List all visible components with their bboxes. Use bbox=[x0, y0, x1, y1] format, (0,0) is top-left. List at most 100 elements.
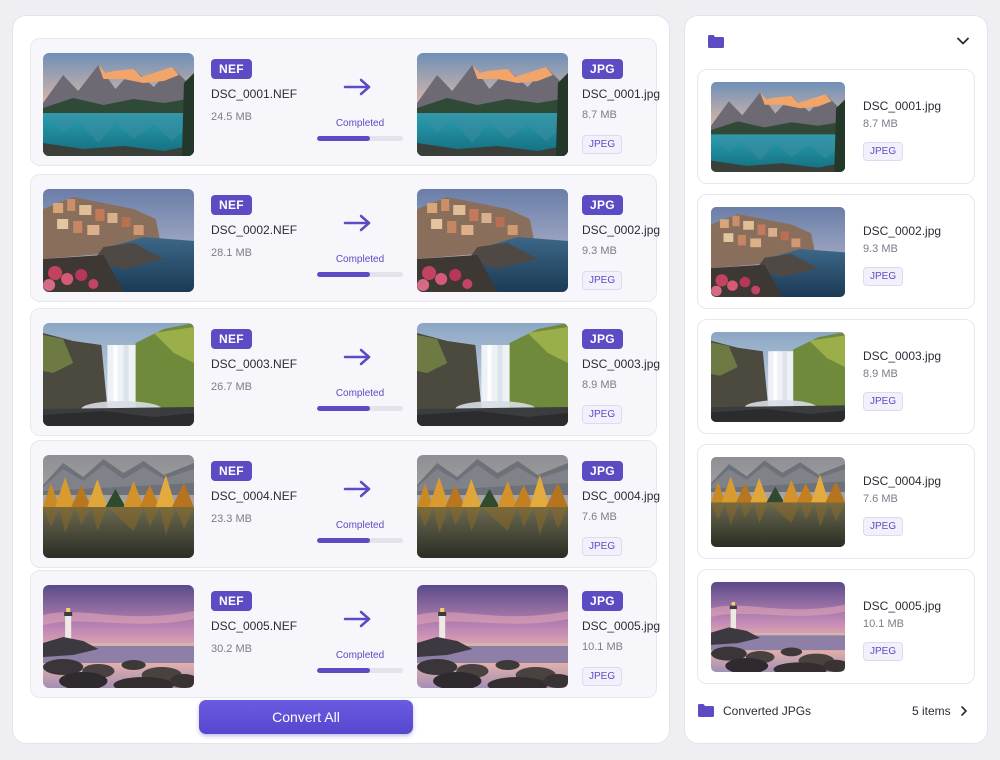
conversion-row: NEF DSC_0003.NEF 26.7 MB Completed JPG D… bbox=[30, 308, 661, 436]
output-format-badge: JPG bbox=[582, 195, 623, 215]
convert-all-button[interactable]: Convert All bbox=[199, 700, 413, 734]
output-thumbnail[interactable] bbox=[417, 585, 568, 688]
source-format-badge: NEF bbox=[211, 329, 252, 349]
file-type-pill: JPEG bbox=[863, 142, 904, 161]
source-thumbnail[interactable] bbox=[43, 455, 194, 558]
source-thumbnail[interactable] bbox=[43, 189, 194, 292]
progress-fill bbox=[317, 538, 371, 543]
output-file-thumbnail bbox=[711, 457, 845, 547]
file-type-pill: JPEG bbox=[863, 392, 904, 411]
output-file-card[interactable]: DSC_0002.jpg 9.3 MB JPEG bbox=[697, 194, 975, 309]
output-file-size: 10.1 MB bbox=[582, 641, 623, 653]
source-file-size: 28.1 MB bbox=[211, 247, 252, 259]
progress-bar bbox=[317, 272, 403, 277]
progress-fill bbox=[317, 406, 371, 411]
output-file-size: 10.1 MB bbox=[863, 618, 904, 630]
file-type-pill: JPEG bbox=[863, 642, 904, 661]
progress-bar bbox=[317, 136, 403, 141]
source-file-name: DSC_0004.NEF bbox=[211, 489, 298, 503]
source-file-name: DSC_0002.NEF bbox=[211, 223, 298, 237]
source-format-badge: NEF bbox=[211, 195, 252, 215]
output-thumbnail[interactable] bbox=[417, 189, 568, 292]
output-file-size: 8.7 MB bbox=[863, 118, 898, 130]
output-format-badge: JPG bbox=[582, 329, 623, 349]
output-thumbnail[interactable] bbox=[417, 455, 568, 558]
conversion-row: NEF DSC_0001.NEF 24.5 MB Completed JPG D… bbox=[30, 38, 661, 166]
source-thumbnail[interactable] bbox=[43, 585, 194, 688]
output-file-size: 7.6 MB bbox=[863, 493, 898, 505]
source-format-badge: NEF bbox=[211, 59, 252, 79]
conversion-status: Completed bbox=[335, 254, 385, 265]
file-type-pill: JPEG bbox=[582, 667, 623, 686]
file-type-pill: JPEG bbox=[582, 405, 623, 424]
output-file-card[interactable]: DSC_0004.jpg 7.6 MB JPEG bbox=[697, 444, 975, 559]
item-count: 5 items bbox=[912, 704, 951, 718]
arrow-right-icon bbox=[343, 78, 371, 96]
output-thumbnail[interactable] bbox=[417, 53, 568, 156]
output-file-name: DSC_0003.jpg bbox=[582, 357, 661, 371]
source-file-name: DSC_0005.NEF bbox=[211, 619, 298, 633]
output-file-thumbnail bbox=[711, 332, 845, 422]
folder-icon bbox=[698, 704, 714, 717]
conversion-status: Completed bbox=[335, 520, 385, 531]
folder-icon[interactable] bbox=[707, 34, 725, 49]
conversion-status: Completed bbox=[335, 650, 385, 661]
source-format-badge: NEF bbox=[211, 591, 252, 611]
output-file-name: DSC_0001.jpg bbox=[863, 99, 942, 113]
output-file-size: 8.9 MB bbox=[863, 368, 898, 380]
arrow-right-icon bbox=[343, 610, 371, 628]
output-file-size: 8.7 MB bbox=[582, 109, 617, 121]
chevron-down-icon[interactable] bbox=[956, 35, 970, 47]
arrow-right-icon bbox=[343, 348, 371, 366]
file-type-pill: JPEG bbox=[863, 517, 904, 536]
source-file-size: 24.5 MB bbox=[211, 111, 252, 123]
output-file-thumbnail bbox=[711, 207, 845, 297]
output-file-size: 7.6 MB bbox=[582, 511, 617, 523]
output-thumbnail[interactable] bbox=[417, 323, 568, 426]
file-type-pill: JPEG bbox=[582, 271, 623, 290]
progress-fill bbox=[317, 272, 371, 277]
source-thumbnail[interactable] bbox=[43, 53, 194, 156]
output-file-name: DSC_0004.jpg bbox=[863, 474, 942, 488]
source-format-badge: NEF bbox=[211, 461, 252, 481]
conversion-status: Completed bbox=[335, 118, 385, 129]
output-file-card[interactable]: DSC_0005.jpg 10.1 MB JPEG bbox=[697, 569, 975, 684]
output-file-card[interactable]: DSC_0003.jpg 8.9 MB JPEG bbox=[697, 319, 975, 434]
output-file-card[interactable]: DSC_0001.jpg 8.7 MB JPEG bbox=[697, 69, 975, 184]
output-file-name: DSC_0002.jpg bbox=[863, 224, 942, 238]
output-file-size: 8.9 MB bbox=[582, 379, 617, 391]
output-format-badge: JPG bbox=[582, 591, 623, 611]
progress-bar bbox=[317, 668, 403, 673]
progress-fill bbox=[317, 668, 371, 673]
conversion-status: Completed bbox=[335, 388, 385, 399]
conversion-row: NEF DSC_0002.NEF 28.1 MB Completed JPG D… bbox=[30, 174, 661, 302]
output-format-badge: JPG bbox=[582, 461, 623, 481]
source-file-size: 23.3 MB bbox=[211, 513, 252, 525]
output-file-name: DSC_0003.jpg bbox=[863, 349, 942, 363]
output-format-badge: JPG bbox=[582, 59, 623, 79]
source-file-name: DSC_0001.NEF bbox=[211, 87, 298, 101]
output-file-size: 9.3 MB bbox=[582, 245, 617, 257]
arrow-right-icon bbox=[343, 214, 371, 232]
file-type-pill: JPEG bbox=[863, 267, 904, 286]
chevron-right-icon bbox=[961, 706, 967, 716]
output-file-name: DSC_0005.jpg bbox=[863, 599, 942, 613]
output-file-name: DSC_0002.jpg bbox=[582, 223, 661, 237]
conversion-row: NEF DSC_0005.NEF 30.2 MB Completed JPG D… bbox=[30, 570, 660, 698]
open-folder-link[interactable]: Converted JPGs 5 items bbox=[685, 696, 989, 726]
source-file-size: 30.2 MB bbox=[211, 643, 252, 655]
output-file-name: DSC_0001.jpg bbox=[582, 87, 661, 101]
source-file-name: DSC_0003.NEF bbox=[211, 357, 298, 371]
progress-fill bbox=[317, 136, 371, 141]
output-file-thumbnail bbox=[711, 582, 845, 672]
file-type-pill: JPEG bbox=[582, 537, 623, 556]
progress-bar bbox=[317, 538, 403, 543]
conversion-row: NEF DSC_0004.NEF 23.3 MB Completed JPG D… bbox=[30, 440, 661, 568]
arrow-right-icon bbox=[343, 480, 371, 498]
folder-name: Converted JPGs bbox=[723, 704, 812, 718]
output-file-size: 9.3 MB bbox=[863, 243, 898, 255]
conversion-panel: NEF DSC_0001.NEF 24.5 MB Completed JPG D… bbox=[12, 15, 670, 744]
source-thumbnail[interactable] bbox=[43, 323, 194, 426]
file-type-pill: JPEG bbox=[582, 135, 623, 154]
output-file-name: DSC_0004.jpg bbox=[582, 489, 661, 503]
